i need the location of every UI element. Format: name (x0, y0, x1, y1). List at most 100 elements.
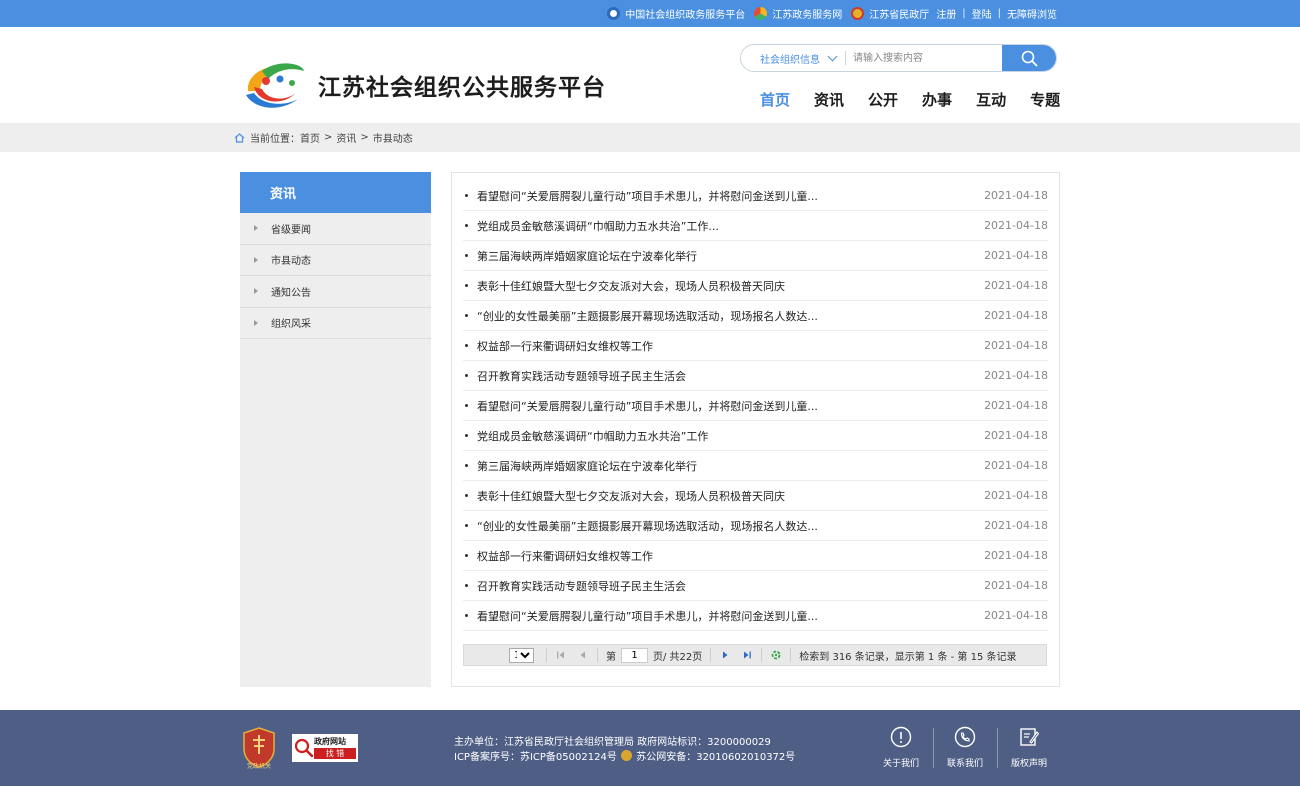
search-category-select[interactable]: 社会组织信息 (741, 45, 845, 71)
accessible-browse-link[interactable]: 无障碍浏览 (1007, 6, 1057, 21)
list-item[interactable]: 第三届海峡两岸婚姻家庭论坛在宁波奉化举行 2021-04-18 (463, 451, 1048, 481)
top-links: 中国社会组织政务服务平台 江苏政务服务网 江苏省民政厅 注册 | 登陆 | 无障… (598, 0, 1057, 27)
list-item-date: 2021-04-18 (984, 279, 1048, 292)
list-item[interactable]: 看望慰问“关爱唇腭裂儿童行动”项目手术患儿，并将慰问金送到儿童... 2021-0… (463, 601, 1048, 631)
list-item-title[interactable]: 表彰十佳红娘暨大型七夕交友派对大会，现场人员积极普天同庆 (477, 278, 917, 294)
list-item-title[interactable]: 召开教育实践活动专题领导班子民主生活会 (477, 368, 917, 384)
sidebar-item-notices[interactable]: 通知公告 (240, 276, 431, 308)
sidebar-heading: 资讯 (240, 172, 431, 213)
footer-copyright[interactable]: 版权声明 (997, 726, 1061, 769)
next-page-icon[interactable] (719, 649, 731, 661)
list-item[interactable]: 党组成员金敏慈溪调研“巾帼助力五水共治”工作 2021-04-18 (463, 421, 1048, 451)
bullet (465, 404, 468, 407)
list-item-title[interactable]: 召开教育实践活动专题领导班子民主生活会 (477, 578, 917, 594)
bullet (465, 284, 468, 287)
top-bar: 中国社会组织政务服务平台 江苏政务服务网 江苏省民政厅 注册 | 登陆 | 无障… (0, 0, 1300, 27)
nav-services[interactable]: 办事 (922, 89, 952, 110)
search-input[interactable] (853, 48, 1003, 68)
page-total: 页/ 共22页 (653, 651, 703, 663)
list-item[interactable]: 看望慰问“关爱唇腭裂儿童行动”项目手术患儿，并将慰问金送到儿童... 2021-0… (463, 181, 1048, 211)
list-item-title[interactable]: 看望慰问“关爱唇腭裂儿童行动”项目手术患儿，并将慰问金送到儿童... (477, 188, 917, 204)
page-number-input[interactable] (621, 647, 648, 663)
nav-public[interactable]: 公开 (868, 89, 898, 110)
breadcrumb-news[interactable]: 资讯 (336, 130, 356, 145)
site-logo[interactable]: 江苏社会组织公共服务平台 (240, 57, 606, 113)
top-link-jiangsu-gov[interactable]: 江苏政务服务网 (754, 6, 842, 21)
nav-home[interactable]: 首页 (760, 89, 790, 110)
footer-icp-line: ICP备案序号：苏ICP备05002124号 苏公网安备：32010602010… (454, 750, 795, 765)
list-item[interactable]: 看望慰问“关爱唇腭裂儿童行动”项目手术患儿，并将慰问金送到儿童... 2021-0… (463, 391, 1048, 421)
breadcrumb: 当前位置： 首页 > 资讯 > 市县动态 (234, 123, 413, 152)
list-item[interactable]: 权益部一行来衢调研妇女维权等工作 2021-04-18 (463, 331, 1048, 361)
login-link[interactable]: 登陆 (972, 6, 992, 21)
nav-interact[interactable]: 互动 (976, 89, 1006, 110)
bullet (465, 224, 468, 227)
info-circle-icon (890, 726, 912, 748)
bullet (465, 524, 468, 527)
prev-page-icon[interactable] (577, 649, 589, 661)
list-item-date: 2021-04-18 (984, 609, 1048, 622)
list-item[interactable]: “创业的女性最美丽”主题摄影展开幕现场选取活动，现场报名人数达... 2021-0… (463, 511, 1048, 541)
list-item[interactable]: 召开教育实践活动专题领导班子民主生活会 2021-04-18 (463, 361, 1048, 391)
list-item-title[interactable]: “创业的女性最美丽”主题摄影展开幕现场选取活动，现场报名人数达... (477, 308, 917, 324)
refresh-icon[interactable] (770, 649, 782, 661)
news-list-panel: 看望慰问“关爱唇腭裂儿童行动”项目手术患儿，并将慰问金送到儿童... 2021-0… (451, 172, 1060, 687)
list-item-title[interactable]: 第三届海峡两岸婚姻家庭论坛在宁波奉化举行 (477, 248, 917, 264)
bullet (465, 344, 468, 347)
logo-emblem-icon (246, 63, 304, 108)
record-summary: 检索到 316 条记录，显示第 1 条 - 第 15 条记录 (799, 651, 1017, 663)
last-page-icon[interactable] (741, 649, 753, 661)
bullet (465, 314, 468, 317)
first-page-icon[interactable] (555, 649, 567, 661)
nav-topics[interactable]: 专题 (1030, 89, 1060, 110)
footer-contact-us[interactable]: 联系我们 (933, 726, 997, 769)
logo-text: 江苏社会组织公共服务平台 (318, 75, 606, 101)
list-item-date: 2021-04-18 (984, 339, 1048, 352)
list-item-title[interactable]: 看望慰问“关爱唇腭裂儿童行动”项目手术患儿，并将慰问金送到儿童... (477, 398, 917, 414)
sidebar: 资讯 省级要闻 市县动态 通知公告 组织风采 (240, 172, 431, 687)
footer-info: 主办单位：江苏省民政厅社会组织管理局 政府网站标识：3200000029 ICP… (454, 735, 795, 765)
header: 江苏社会组织公共服务平台 社会组织信息 首页 资讯 公开 办事 互动 专题 (0, 27, 1300, 123)
list-item[interactable]: 表彰十佳红娘暨大型七夕交友派对大会，现场人员积极普天同庆 2021-04-18 (463, 271, 1048, 301)
sidebar-item-city-news[interactable]: 市县动态 (240, 245, 431, 276)
gov-site-error-badge[interactable]: 政府网站 找 错 (292, 734, 358, 762)
bullet (465, 614, 468, 617)
sidebar-item-provincial-news[interactable]: 省级要闻 (240, 213, 431, 245)
list-item[interactable]: 召开教育实践活动专题领导班子民主生活会 2021-04-18 (463, 571, 1048, 601)
list-item-title[interactable]: 第三届海峡两岸婚姻家庭论坛在宁波奉化举行 (477, 458, 917, 474)
caret-right-icon (254, 319, 258, 326)
divider (546, 648, 547, 662)
icp-number[interactable]: ICP备案序号：苏ICP备05002124号 (454, 752, 617, 763)
list-item-title[interactable]: 权益部一行来衢调研妇女维权等工作 (477, 338, 917, 354)
sidebar-item-org-showcase[interactable]: 组织风采 (240, 308, 431, 339)
top-link-china-platform[interactable]: 中国社会组织政务服务平台 (607, 6, 745, 21)
police-record[interactable]: 苏公网安备：32010602010372号 (636, 752, 795, 763)
register-link[interactable]: 注册 (936, 6, 956, 21)
list-item[interactable]: “创业的女性最美丽”主题摄影展开幕现场选取活动，现场报名人数达... 2021-0… (463, 301, 1048, 331)
footer-host-line: 主办单位：江苏省民政厅社会组织管理局 政府网站标识：3200000029 (454, 737, 771, 748)
edit-document-icon (1020, 728, 1040, 746)
footer-about-us[interactable]: 关于我们 (869, 726, 933, 769)
list-item[interactable]: 权益部一行来衢调研妇女维权等工作 2021-04-18 (463, 541, 1048, 571)
footer: 党政机关 政府网站 找 错 主办单位：江苏省民政厅社会组织管理局 政府网站标识：… (0, 710, 1300, 786)
list-item[interactable]: 第三届海峡两岸婚姻家庭论坛在宁波奉化举行 2021-04-18 (463, 241, 1048, 271)
list-item[interactable]: 表彰十佳红娘暨大型七夕交友派对大会，现场人员积极普天同庆 2021-04-18 (463, 481, 1048, 511)
breadcrumb-label: 当前位置： (250, 134, 300, 145)
list-item-title[interactable]: 表彰十佳红娘暨大型七夕交友派对大会，现场人员积极普天同庆 (477, 488, 917, 504)
bullet (465, 494, 468, 497)
list-item-date: 2021-04-18 (984, 519, 1048, 532)
list-item[interactable]: 党组成员金敏慈溪调研“巾帼助力五水共治”工作... 2021-04-18 (463, 211, 1048, 241)
nav-news[interactable]: 资讯 (814, 89, 844, 110)
list-item-title[interactable]: 党组成员金敏慈溪调研“巾帼助力五水共治”工作... (477, 218, 917, 234)
breadcrumb-home[interactable]: 首页 (300, 130, 320, 145)
list-item-title[interactable]: 权益部一行来衢调研妇女维权等工作 (477, 548, 917, 564)
list-item-date: 2021-04-18 (984, 219, 1048, 232)
bullet (465, 434, 468, 437)
search-button[interactable] (1002, 45, 1056, 71)
list-item-title[interactable]: 看望慰问“关爱唇腭裂儿童行动”项目手术患儿，并将慰问金送到儿童... (477, 608, 917, 624)
page-size-select[interactable]: 15 (509, 647, 534, 663)
divider (597, 648, 598, 662)
list-item-title[interactable]: “创业的女性最美丽”主题摄影展开幕现场选取活动，现场报名人数达... (477, 518, 917, 534)
top-link-civil-affairs[interactable]: 江苏省民政厅 (851, 6, 929, 21)
list-item-title[interactable]: 党组成员金敏慈溪调研“巾帼助力五水共治”工作 (477, 428, 917, 444)
